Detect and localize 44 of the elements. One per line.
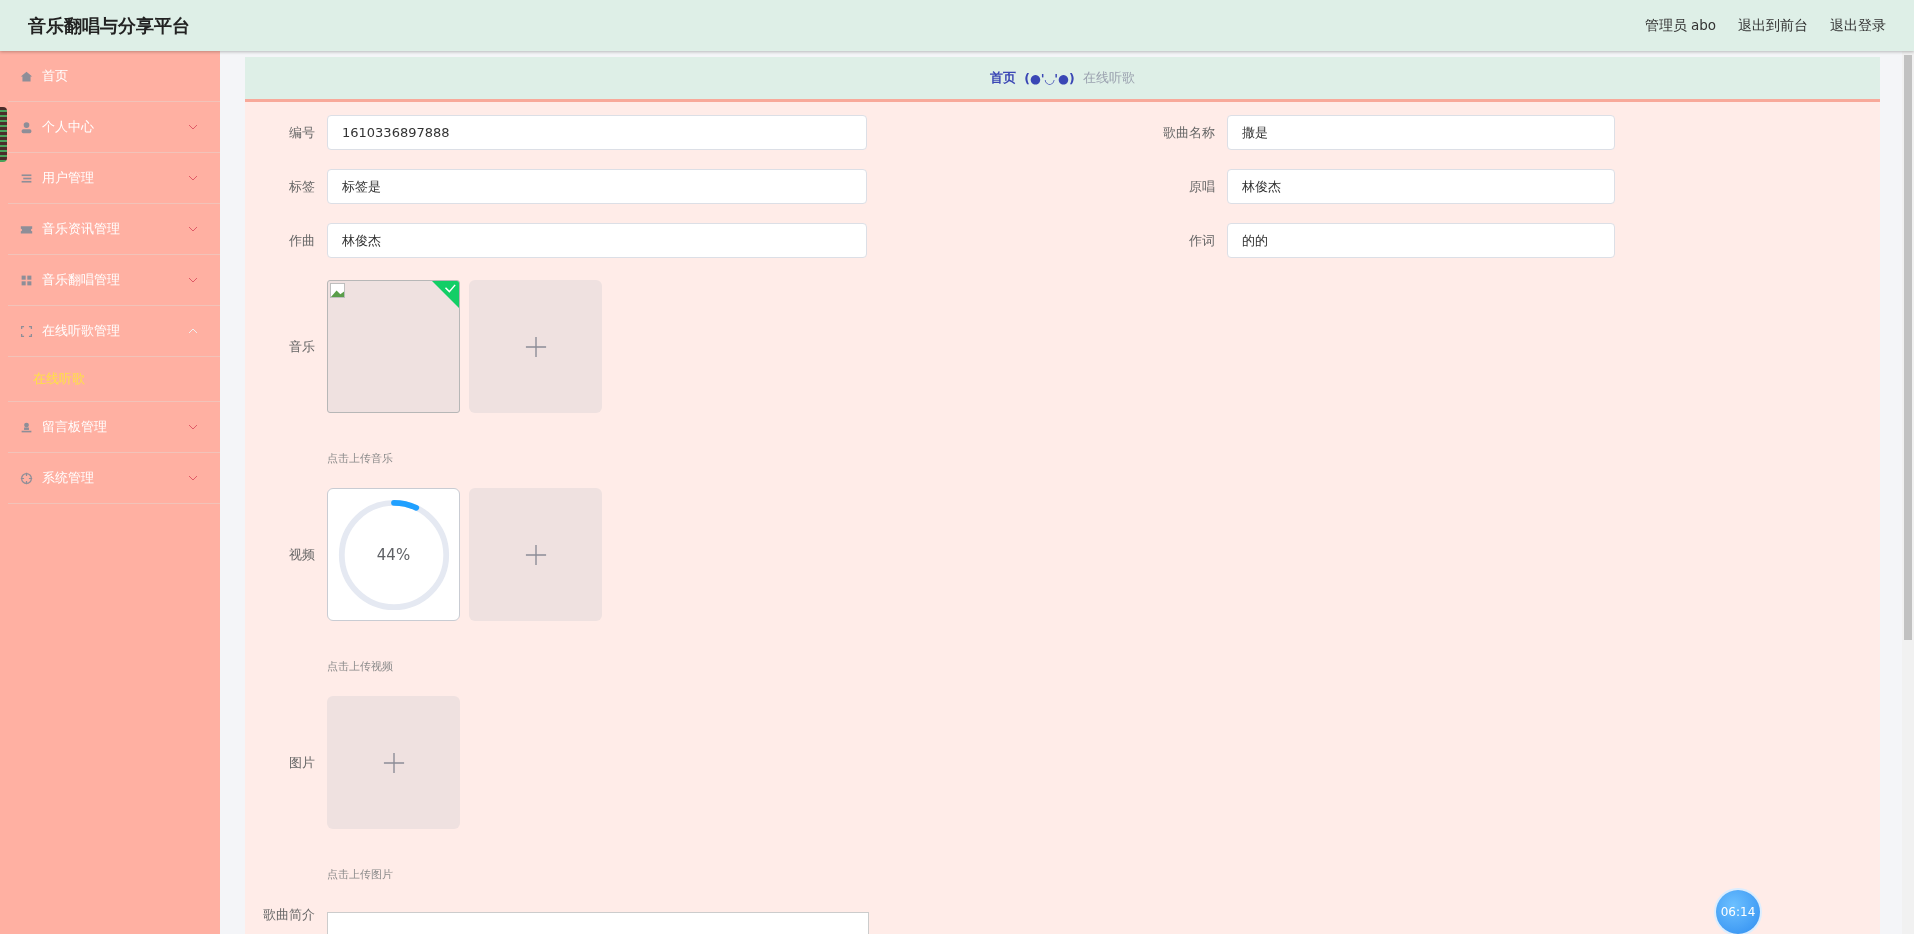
field-label: 歌曲简介 bbox=[262, 906, 316, 924]
frame-icon bbox=[20, 324, 33, 338]
home-icon bbox=[20, 69, 33, 83]
field-label: 原唱 bbox=[1188, 177, 1216, 196]
upload-hint: 点击上传图片 bbox=[327, 867, 394, 882]
input-field[interactable]: 的的 bbox=[1227, 223, 1615, 258]
field-label: 视频 bbox=[288, 545, 316, 564]
upload-hint: 点击上传视频 bbox=[327, 659, 394, 674]
field-label: 歌曲名称 bbox=[1162, 123, 1216, 142]
upload-button[interactable] bbox=[469, 488, 602, 621]
broken-image-icon bbox=[330, 283, 345, 298]
progress-reading: 44% bbox=[376, 545, 411, 564]
field-label: 编号 bbox=[288, 123, 316, 142]
plus-icon bbox=[524, 543, 547, 566]
field-label: 图片 bbox=[288, 753, 316, 772]
target-icon bbox=[20, 471, 33, 485]
user-icon bbox=[20, 120, 33, 134]
site-title: 音乐翻唱与分享平台 bbox=[28, 13, 190, 38]
breadcrumb-current: 在线听歌 bbox=[1082, 69, 1135, 87]
field-label: 作词 bbox=[1188, 231, 1216, 250]
input-field[interactable]: 林俊杰 bbox=[1227, 169, 1615, 204]
side-handle-icon bbox=[0, 107, 7, 162]
input-field[interactable]: 撒是 bbox=[1227, 115, 1615, 150]
scrollbar[interactable] bbox=[1902, 51, 1914, 934]
input-field[interactable]: 1610336897888 bbox=[327, 115, 867, 150]
header-link[interactable]: 管理员 abo bbox=[1644, 16, 1716, 35]
breadcrumb-separator: (●'◡'●) bbox=[1024, 70, 1075, 86]
plus-icon bbox=[524, 335, 547, 358]
input-field[interactable]: 标签是 bbox=[327, 169, 867, 204]
field-label: 标签 bbox=[288, 177, 316, 196]
upload-button[interactable] bbox=[327, 696, 460, 829]
upload-button[interactable] bbox=[469, 280, 602, 413]
breadcrumb-link[interactable]: 首页 bbox=[990, 69, 1017, 87]
header-link[interactable]: 退出登录 bbox=[1830, 16, 1886, 35]
field-label: 音乐 bbox=[288, 337, 316, 356]
field-label: 作曲 bbox=[288, 231, 316, 250]
plus-icon bbox=[382, 751, 405, 774]
header-link[interactable]: 退出到前台 bbox=[1738, 16, 1808, 35]
upload-hint: 点击上传音乐 bbox=[327, 451, 394, 466]
stamp-icon bbox=[20, 420, 33, 434]
list-icon bbox=[20, 171, 33, 185]
uploaded-file-tile[interactable] bbox=[327, 280, 460, 413]
input-field[interactable]: 林俊杰 bbox=[327, 223, 867, 258]
grid-icon bbox=[20, 273, 33, 287]
